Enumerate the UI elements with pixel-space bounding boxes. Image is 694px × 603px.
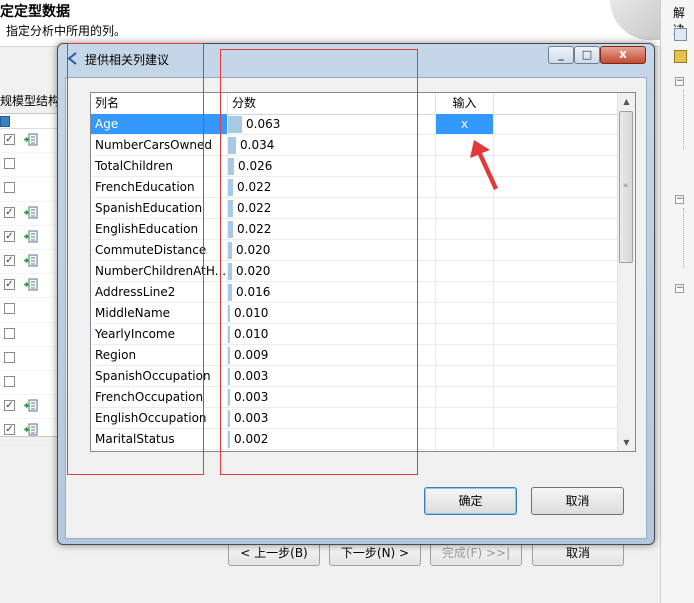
solution-explorer-panel: 解决 − − − <box>660 0 694 603</box>
properties-icon[interactable] <box>674 28 687 41</box>
row-input-cell[interactable] <box>436 198 494 218</box>
scroll-down-icon[interactable]: ▼ <box>618 434 635 451</box>
folder-icon[interactable] <box>674 50 687 63</box>
structure-row[interactable]: ✓ <box>0 274 58 299</box>
maximize-button[interactable]: □ <box>574 46 600 64</box>
row-input-cell[interactable] <box>436 429 494 449</box>
maximize-icon: □ <box>581 48 593 61</box>
minimize-button[interactable]: _ <box>548 46 574 64</box>
wizard-subtitle: 指定分析中所用的列。 <box>6 24 127 38</box>
tree-line <box>683 208 685 268</box>
structure-checkbox[interactable]: ✓ <box>4 134 15 145</box>
annotation-arrow-icon <box>470 140 498 190</box>
wizard-header: 定定型数据 指定分析中所用的列。 <box>0 0 662 47</box>
input-column-icon <box>24 133 38 146</box>
structure-checkbox[interactable] <box>4 327 15 339</box>
row-input-cell[interactable] <box>436 261 494 281</box>
structure-row[interactable]: ✓ <box>0 202 58 226</box>
row-input-cell[interactable] <box>436 219 494 239</box>
grip-icon: ≡ <box>623 182 629 189</box>
structure-row[interactable] <box>0 347 58 371</box>
tree-line <box>683 90 685 150</box>
row-input-cell[interactable] <box>436 366 494 386</box>
structure-checkbox[interactable]: ✓ <box>4 400 15 412</box>
structure-row[interactable] <box>0 177 58 202</box>
structure-checkbox[interactable]: ✓ <box>4 230 15 242</box>
input-column-icon <box>24 399 38 412</box>
structure-checkbox[interactable]: ✓ <box>4 424 15 436</box>
input-column-icon <box>24 423 38 436</box>
structure-checkbox[interactable]: ✓ <box>4 254 15 266</box>
minimize-icon: _ <box>558 48 564 61</box>
row-input-cell[interactable] <box>436 303 494 323</box>
structure-row[interactable] <box>0 153 58 178</box>
input-column-icon <box>24 230 38 243</box>
annotation-box-scores <box>220 49 418 475</box>
collapse-icon[interactable]: − <box>675 195 684 204</box>
structure-checkbox[interactable] <box>4 375 15 387</box>
close-button[interactable]: x <box>600 46 646 64</box>
structure-row[interactable]: ✓ <box>0 250 58 275</box>
structure-row[interactable] <box>0 323 58 347</box>
structure-checkbox[interactable]: ✓ <box>4 206 15 218</box>
scroll-up-icon[interactable]: ▲ <box>618 93 635 110</box>
collapse-icon[interactable]: − <box>675 284 684 293</box>
structure-checkbox[interactable] <box>4 182 15 194</box>
header-select-box[interactable] <box>0 116 10 127</box>
vertical-scrollbar[interactable]: ▲ ≡ ▼ <box>617 93 635 451</box>
cancel-button[interactable]: 取消 <box>531 487 624 515</box>
scroll-thumb[interactable]: ≡ <box>619 111 633 263</box>
close-icon: x <box>619 47 627 61</box>
row-input-cell[interactable] <box>436 324 494 344</box>
input-column-icon <box>24 206 38 219</box>
structure-checkbox[interactable] <box>4 158 15 170</box>
structure-row[interactable] <box>0 371 58 396</box>
structure-checkbox[interactable] <box>4 351 15 363</box>
structure-table-header <box>0 114 58 129</box>
column-header-input[interactable]: 输入 <box>436 93 494 114</box>
structure-row[interactable]: ✓ <box>0 419 58 444</box>
wizard-logo <box>610 0 662 40</box>
structure-row[interactable] <box>0 298 58 323</box>
row-input-cell[interactable] <box>436 282 494 302</box>
row-input-cell[interactable] <box>436 240 494 260</box>
structure-label: 规模型结构( <box>0 94 65 108</box>
input-column-icon <box>24 278 38 291</box>
structure-row[interactable]: ✓ <box>0 129 58 154</box>
structure-checkbox[interactable]: ✓ <box>4 279 15 291</box>
annotation-box-names <box>67 43 204 475</box>
row-input-cell[interactable] <box>436 345 494 365</box>
structure-row[interactable]: ✓ <box>0 226 58 250</box>
wizard-title: 定定型数据 <box>0 4 70 20</box>
structure-table[interactable]: ✓ ✓ ✓ ✓ ✓ ✓ ✓ <box>0 113 59 444</box>
ok-button[interactable]: 确定 <box>424 487 517 515</box>
collapse-icon[interactable]: − <box>675 77 684 86</box>
structure-row[interactable]: ✓ <box>0 395 58 420</box>
row-input-cell[interactable]: x <box>436 114 494 134</box>
row-input-cell[interactable] <box>436 387 494 407</box>
input-column-icon <box>24 254 38 267</box>
row-input-cell[interactable] <box>436 408 494 428</box>
structure-checkbox[interactable] <box>4 303 15 315</box>
